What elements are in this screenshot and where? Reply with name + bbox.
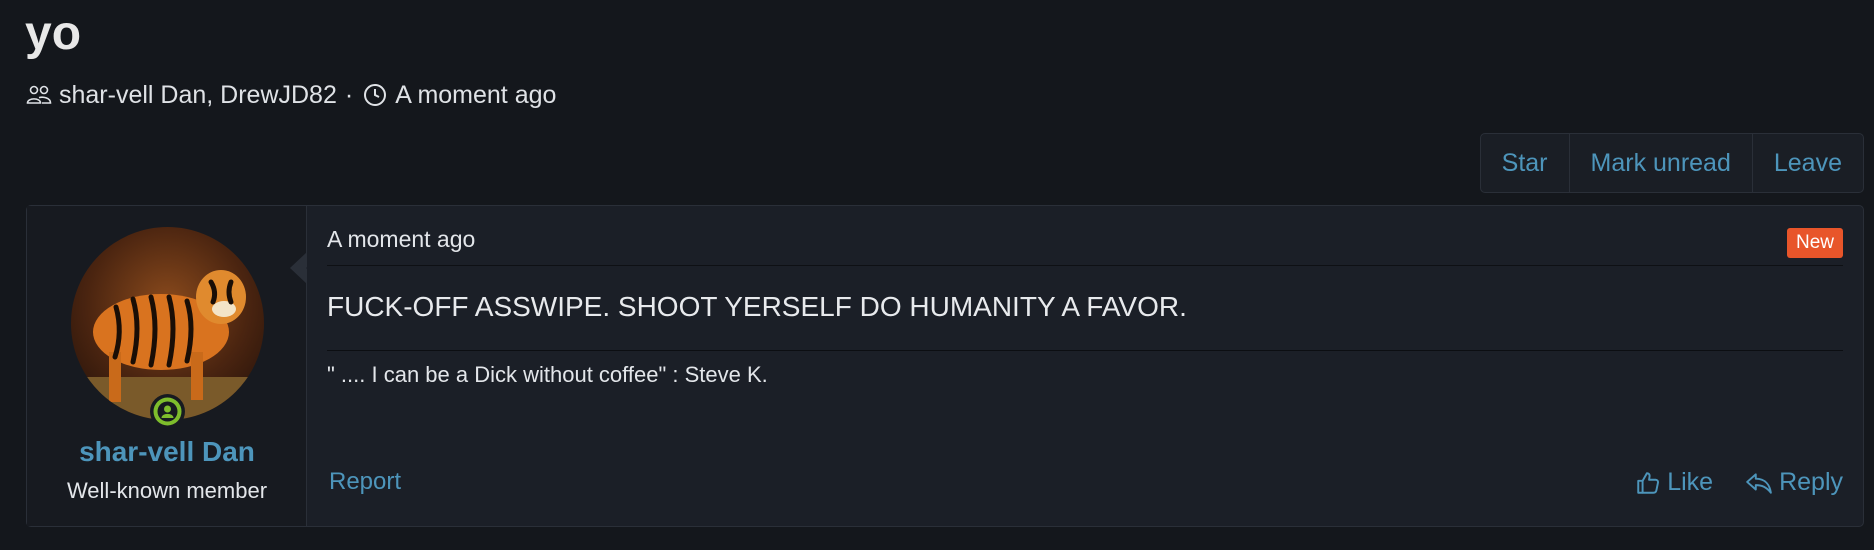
message-content: A moment ago New FUCK-OFF ASSWIPE. SHOOT…: [327, 206, 1843, 526]
signature-divider: [327, 350, 1843, 351]
message-body: FUCK-OFF ASSWIPE. SHOOT YERSELF DO HUMAN…: [327, 291, 1187, 322]
meta-separator: ·: [344, 80, 354, 109]
mark-unread-button[interactable]: Mark unread: [1568, 134, 1752, 192]
new-badge: New: [1786, 228, 1843, 258]
message-actions: Like Reply: [1603, 468, 1843, 497]
like-button[interactable]: Like: [1635, 468, 1713, 497]
thread-title: yo: [25, 7, 82, 60]
thumbs-up-icon: [1637, 471, 1660, 494]
message-user: shar-vell Dan Well-known member: [27, 206, 322, 526]
like-label: Like: [1667, 468, 1714, 496]
thread-meta: shar-vell Dan, DrewJD82 · A moment ago: [25, 78, 556, 112]
clock-icon: [361, 81, 389, 109]
author-title: Well-known member: [66, 478, 268, 503]
message: shar-vell Dan Well-known member A moment…: [26, 205, 1864, 527]
reply-label: Reply: [1779, 468, 1843, 496]
reply-icon: [1746, 472, 1772, 494]
signature: " .... I can be a Dick without coffee" :…: [327, 362, 768, 387]
avatar[interactable]: [71, 227, 264, 420]
header-divider: [327, 265, 1843, 266]
conversation-page: yo shar-vell Dan, DrewJD82 · A moment ag…: [0, 0, 1874, 550]
author-name[interactable]: shar-vell Dan: [27, 436, 307, 468]
thread-time[interactable]: A moment ago: [395, 81, 556, 110]
reply-button[interactable]: Reply: [1745, 468, 1843, 497]
online-status-icon: [150, 394, 185, 429]
thread-actions: Star Mark unread Leave: [1479, 133, 1864, 193]
users-icon: [25, 81, 53, 109]
leave-button[interactable]: Leave: [1751, 134, 1863, 192]
participants-list[interactable]: shar-vell Dan, DrewJD82: [59, 81, 337, 110]
post-date[interactable]: A moment ago: [327, 226, 475, 253]
arrow-border: [290, 252, 307, 284]
star-button[interactable]: Star: [1481, 134, 1569, 192]
arrow: [306, 253, 322, 283]
report-link[interactable]: Report: [329, 468, 401, 496]
